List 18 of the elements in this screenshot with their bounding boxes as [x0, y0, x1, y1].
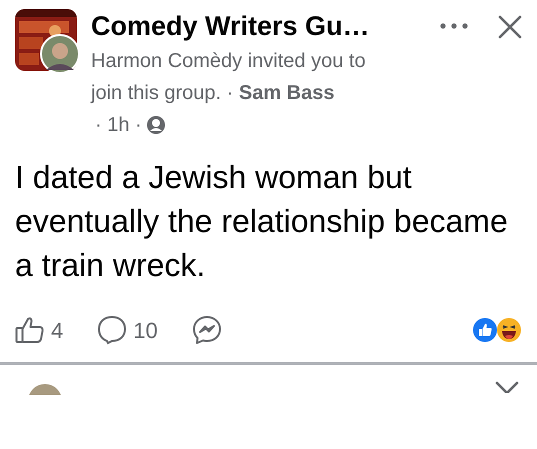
like-button[interactable]: 4 — [15, 314, 64, 346]
messenger-button[interactable] — [192, 315, 222, 345]
messenger-icon — [192, 315, 222, 345]
like-count: 4 — [51, 316, 64, 344]
privacy-icon — [146, 115, 166, 135]
thumbs-up-icon — [15, 316, 45, 344]
group-name[interactable]: Comedy Writers Gu… — [91, 9, 411, 43]
avatar — [40, 34, 80, 74]
comment-count: 10 — [133, 316, 158, 344]
laughing-emoji-icon — [496, 317, 522, 343]
avatar — [28, 381, 62, 395]
post-time: · 1h · — [95, 113, 142, 138]
comment-icon — [97, 315, 128, 345]
post-byline: Harmon Comèdy invited you to join this group. · Sam Bass — [91, 49, 367, 106]
more-icon[interactable] — [440, 23, 468, 29]
post-text: I dated a Jewish woman but eventually the relationship became a train wreck. — [14, 158, 509, 285]
comment-button[interactable]: 10 — [97, 314, 158, 346]
like-reaction-icon — [472, 317, 498, 343]
